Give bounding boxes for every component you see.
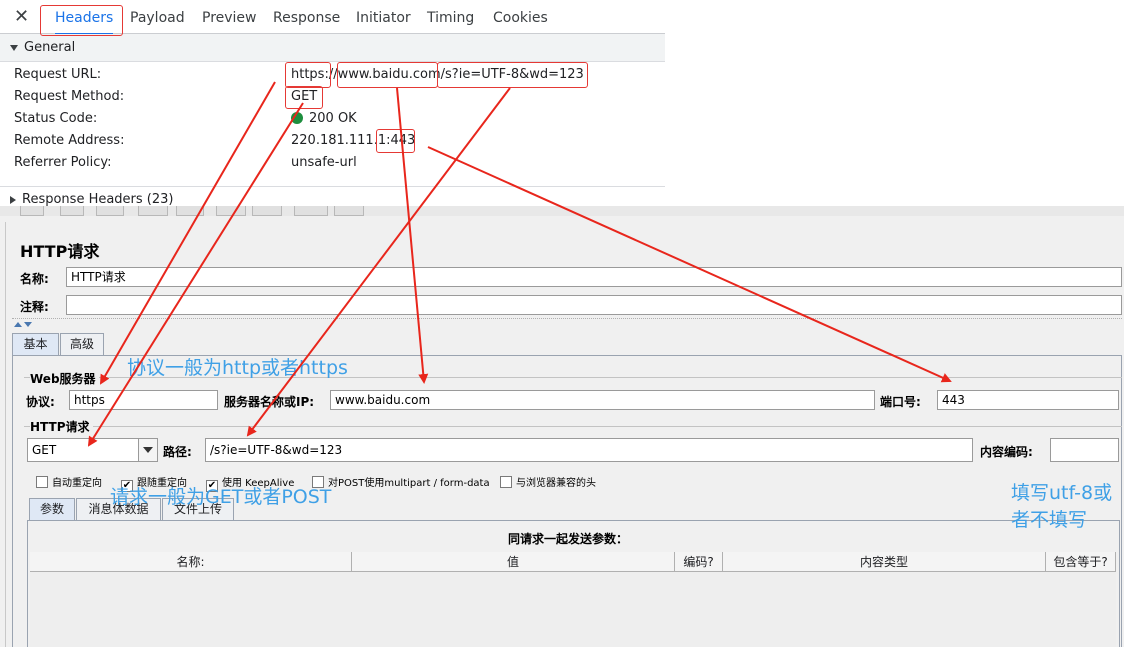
request-method-label: Request Method: (14, 89, 125, 104)
jmeter-toolbar (0, 206, 1124, 216)
panel-title: HTTP请求 (20, 242, 100, 261)
column-value[interactable]: 值 (352, 552, 675, 572)
referrer-policy-label: Referrer Policy: (14, 155, 112, 170)
column-include-equals[interactable]: 包含等于? (1046, 552, 1116, 572)
request-url-label: Request URL: (14, 67, 102, 82)
checkbox-box[interactable] (36, 476, 48, 488)
checkbox-label: 对POST使用multipart / form-data (328, 478, 490, 489)
tab-advanced[interactable]: 高级 (60, 333, 104, 355)
column-content-type[interactable]: 内容类型 (723, 552, 1046, 572)
highlight-headers-tab (40, 5, 123, 36)
method-annotation: 请求一般为GET或者POST (110, 486, 332, 508)
highlight-port (376, 129, 415, 153)
collapse-down-icon[interactable] (24, 322, 32, 327)
protocol-label: 协议: (26, 395, 55, 409)
general-section-header[interactable]: General (0, 34, 665, 62)
port-input[interactable]: 443 (937, 390, 1119, 410)
status-ok-icon (291, 112, 303, 124)
checkbox-label: 自动重定向 (52, 478, 102, 489)
comment-input[interactable] (66, 295, 1122, 315)
server-label: 服务器名称或IP: (224, 395, 315, 409)
collapse-up-icon[interactable] (14, 322, 22, 327)
path-input[interactable]: /s?ie=UTF-8&wd=123 (205, 438, 973, 462)
checkbox-multipart[interactable]: 对POST使用multipart / form-data (312, 474, 490, 489)
encoding-annotation-line2: 者不填写 (1011, 509, 1088, 531)
referrer-policy-value: unsafe-url (291, 155, 357, 170)
server-input[interactable]: www.baidu.com (330, 390, 875, 410)
checkbox-browser-headers[interactable]: 与浏览器兼容的头 (500, 474, 596, 489)
chevron-down-icon (143, 447, 153, 453)
encoding-annotation-line1: 填写utf-8或 (1011, 482, 1113, 504)
checkbox-auto-redirect[interactable]: 自动重定向 (36, 474, 102, 489)
tab-response[interactable]: Response (273, 0, 340, 34)
tab-timing[interactable]: Timing (427, 0, 474, 34)
response-headers-section-header[interactable]: Response Headers (23) (0, 186, 665, 206)
protocol-annotation: 协议一般为http或者https (127, 357, 348, 379)
method-dropdown-button[interactable] (138, 439, 157, 461)
tab-basic[interactable]: 基本 (12, 333, 59, 355)
status-code-text: 200 OK (309, 111, 357, 126)
highlight-protocol (285, 62, 331, 88)
highlight-host (337, 62, 438, 88)
name-input[interactable]: HTTP请求 (66, 267, 1122, 287)
port-label: 端口号: (880, 395, 921, 409)
highlight-path (437, 62, 588, 88)
checkbox-box[interactable] (500, 476, 512, 488)
checkbox-label: 与浏览器兼容的头 (516, 478, 596, 489)
path-label: 路径: (163, 445, 192, 459)
general-title: General (24, 40, 76, 55)
status-code-label: Status Code: (14, 111, 98, 126)
name-label: 名称: (20, 272, 49, 286)
encoding-label: 内容编码: (980, 445, 1033, 459)
column-encode[interactable]: 编码? (675, 552, 723, 572)
column-name[interactable]: 名称: (30, 552, 352, 572)
split-divider[interactable] (12, 318, 1122, 328)
expand-down-icon (10, 44, 18, 51)
remote-address-label: Remote Address: (14, 133, 125, 148)
tab-initiator[interactable]: Initiator (356, 0, 411, 34)
params-caption: 同请求一起发送参数： (508, 532, 629, 546)
method-value: GET (32, 443, 57, 457)
parameters-table-body[interactable] (30, 572, 1116, 647)
http-request-legend: HTTP请求 (30, 418, 93, 435)
comment-label: 注释: (20, 300, 49, 314)
encoding-input[interactable] (1050, 438, 1119, 462)
tab-parameters[interactable]: 参数 (29, 498, 75, 520)
tab-cookies[interactable]: Cookies (493, 0, 548, 34)
tab-payload[interactable]: Payload (130, 0, 185, 34)
response-headers-title: Response Headers (23) (22, 192, 174, 206)
protocol-input[interactable]: https (69, 390, 218, 410)
tab-preview[interactable]: Preview (202, 0, 257, 34)
highlight-method (285, 86, 323, 109)
status-code-value: 200 OK (291, 111, 357, 126)
web-server-legend: Web服务器 (30, 370, 99, 387)
expand-right-icon (10, 195, 16, 204)
close-icon[interactable]: ✕ (14, 6, 29, 27)
